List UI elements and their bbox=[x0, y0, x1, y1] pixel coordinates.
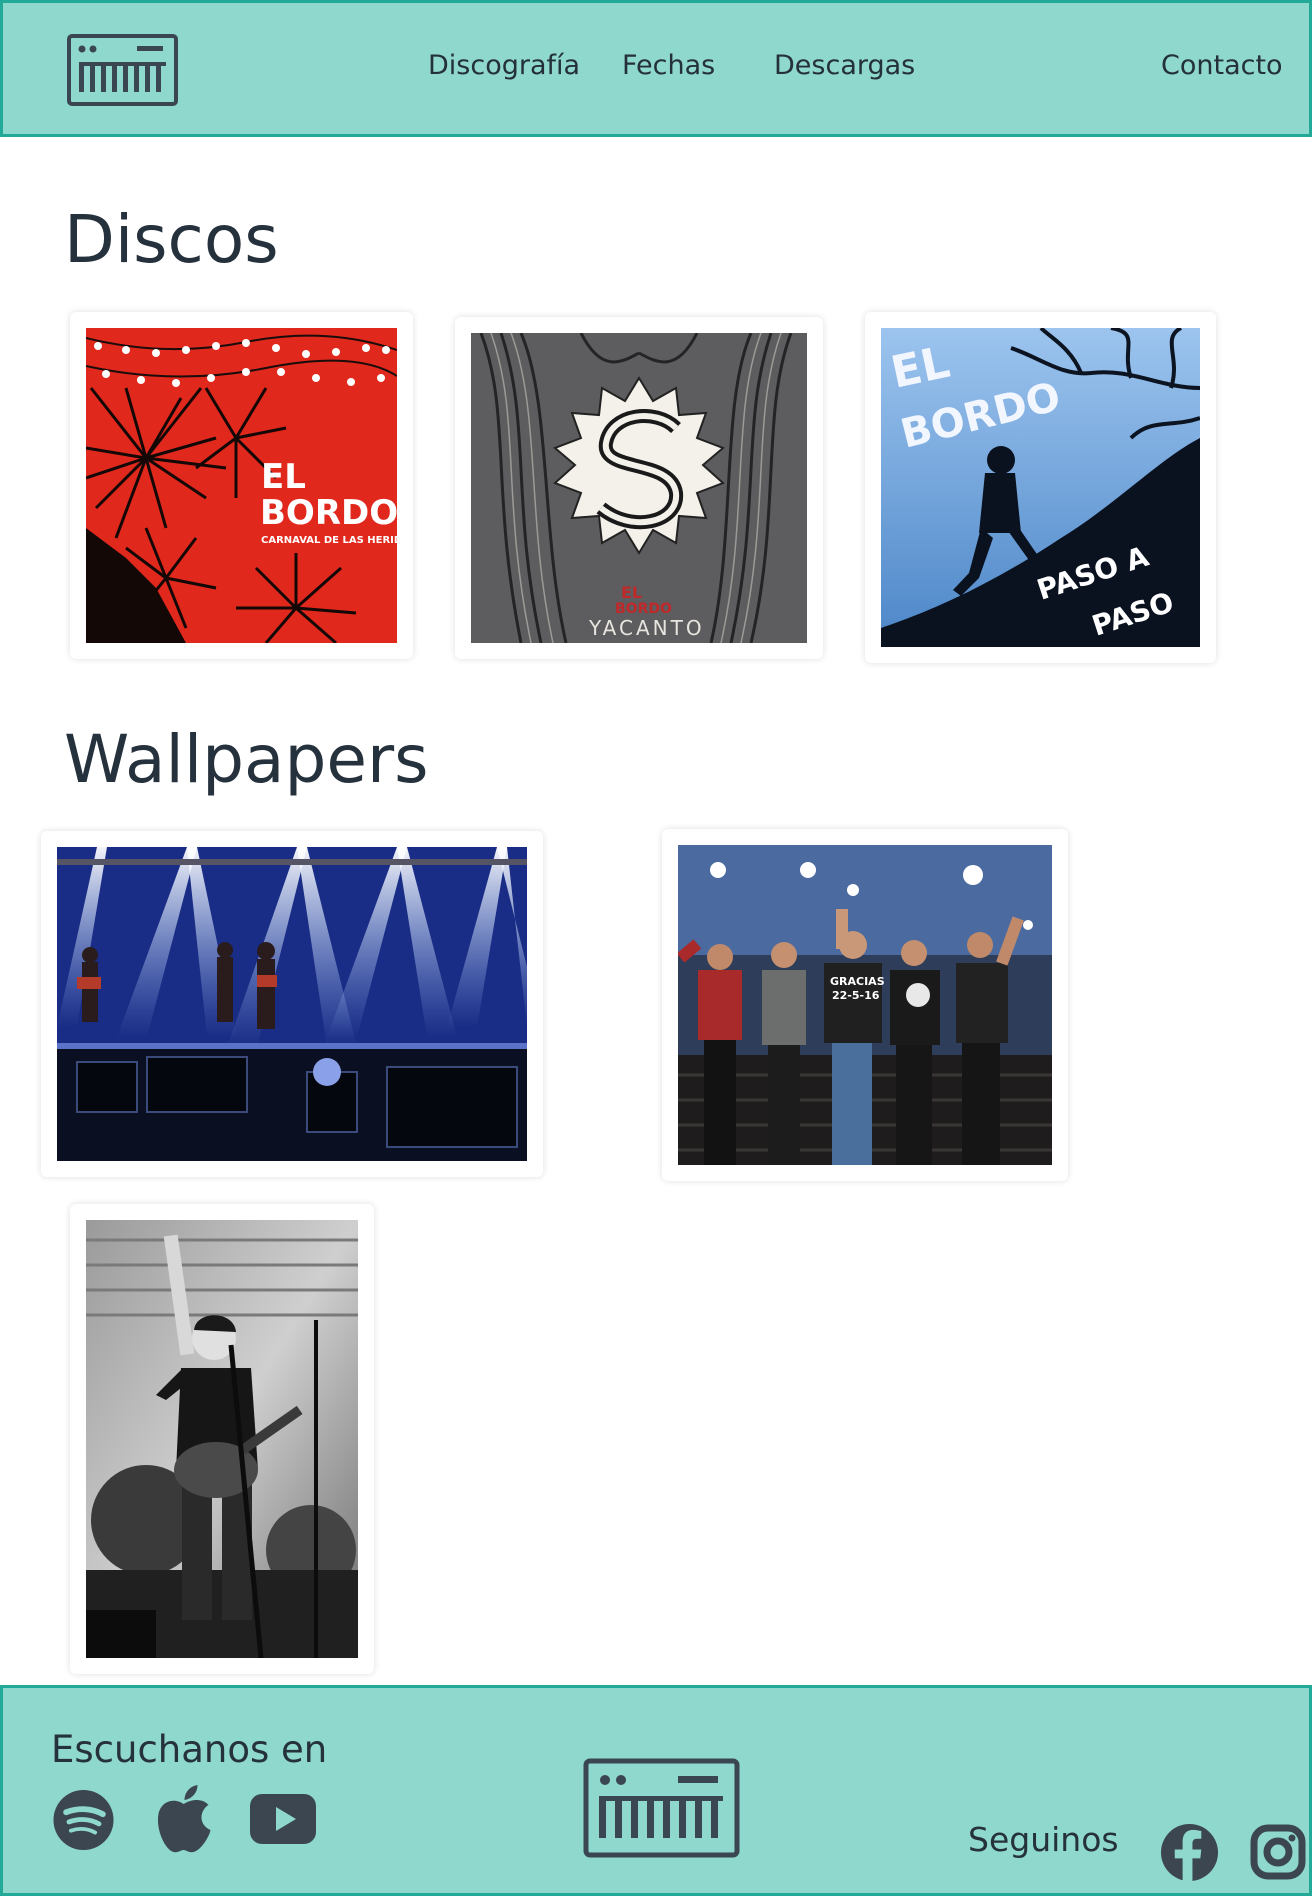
nav-descargas[interactable]: Descargas bbox=[774, 52, 915, 79]
instagram-icon[interactable] bbox=[1250, 1824, 1306, 1880]
follow-label: Seguinos bbox=[968, 1820, 1119, 1859]
wallpaper-card-singer[interactable] bbox=[70, 1204, 374, 1674]
album-card-yacanto[interactable]: EL BORDO YACANTO bbox=[455, 317, 823, 659]
apple-icon[interactable] bbox=[153, 1784, 214, 1854]
nav-fechas[interactable]: Fechas bbox=[622, 52, 715, 79]
site-footer: Escuchanos en Seguinos bbox=[0, 1685, 1312, 1896]
site-header: Discografía Fechas Descargas Contacto bbox=[0, 0, 1312, 137]
album-cover-yacanto: EL BORDO YACANTO bbox=[471, 333, 807, 643]
discos-title: Discos bbox=[64, 201, 279, 278]
wallpapers-title: Wallpapers bbox=[64, 721, 429, 798]
album-cover-paso-a-paso: EL BORDO PASO A PASO bbox=[881, 328, 1200, 647]
album-cover-text: BORDO bbox=[260, 493, 397, 533]
facebook-icon[interactable] bbox=[1160, 1823, 1219, 1882]
album-cover-carnaval: EL BORDO CARNAVAL DE LAS HERIDAS bbox=[86, 328, 397, 643]
nav-contacto[interactable]: Contacto bbox=[1161, 52, 1283, 79]
album-card-paso-a-paso[interactable]: EL BORDO PASO A PASO bbox=[865, 312, 1216, 663]
album-cover-subtitle: YACANTO bbox=[588, 616, 705, 640]
shirt-text: GRACIAS bbox=[830, 975, 885, 988]
album-card-carnaval[interactable]: EL BORDO CARNAVAL DE LAS HERIDAS bbox=[70, 312, 413, 659]
nav-discografia[interactable]: Discografía bbox=[428, 52, 580, 79]
wallpaper-card-band[interactable]: GRACIAS 22-5-16 bbox=[662, 829, 1068, 1181]
wallpaper-image-band: GRACIAS 22-5-16 bbox=[678, 845, 1052, 1165]
shirt-text: 22-5-16 bbox=[832, 989, 880, 1002]
album-cover-text: EL bbox=[261, 457, 306, 497]
album-cover-subtitle: CARNAVAL DE LAS HERIDAS bbox=[261, 535, 397, 546]
keyboard-logo-icon[interactable] bbox=[67, 34, 178, 106]
youtube-icon[interactable] bbox=[250, 1794, 316, 1844]
album-cover-text: BORDO bbox=[615, 601, 672, 617]
wallpaper-image-singer bbox=[86, 1220, 358, 1658]
keyboard-logo-icon[interactable] bbox=[583, 1758, 740, 1858]
listen-label: Escuchanos en bbox=[51, 1728, 328, 1771]
spotify-icon[interactable] bbox=[51, 1789, 116, 1851]
wallpaper-image-stage bbox=[57, 847, 527, 1161]
album-cover-text: EL bbox=[621, 583, 642, 602]
wallpaper-card-stage[interactable] bbox=[41, 831, 543, 1177]
